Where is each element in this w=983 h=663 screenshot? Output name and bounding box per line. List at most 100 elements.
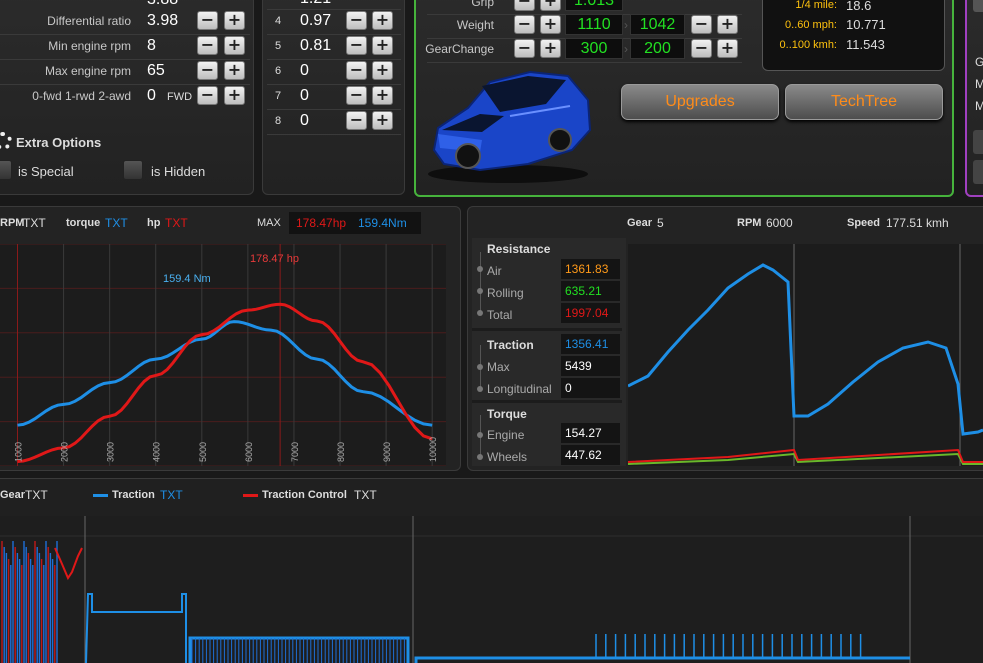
- dyno-torque-legend: torque: [66, 217, 101, 229]
- sim-gear-label: Gear: [627, 217, 653, 229]
- gearchange-minus-button[interactable]: −: [514, 39, 535, 58]
- gearchange-arrow-icon: ›: [624, 42, 628, 56]
- grip-label: Grip: [471, 0, 494, 9]
- dyno-x-tick-label: 2000: [60, 442, 70, 462]
- extra-options-title: Extra Options: [16, 135, 102, 150]
- dyno-rpm-legend: RPM: [0, 217, 25, 229]
- bottom-gear-legend-txt: TXT: [25, 488, 48, 502]
- diff-ratio-minus-button[interactable]: −: [197, 11, 218, 30]
- min-rpm-minus-button[interactable]: −: [197, 36, 218, 55]
- gearchange-label: GearChange: [425, 42, 494, 56]
- right-edge-button-3[interactable]: [973, 160, 983, 184]
- right-edge-label-1: G: [975, 55, 983, 69]
- right-edge-button-2[interactable]: [973, 130, 983, 154]
- gear-8-value: 0: [300, 112, 309, 129]
- grip-plus-button[interactable]: +: [540, 0, 561, 11]
- dyno-torque-peak-label: 159.4 Nm: [163, 273, 211, 285]
- sim-rpm-label: RPM: [737, 217, 762, 229]
- gear-6-plus-button[interactable]: +: [372, 61, 393, 80]
- weight-label: Weight: [456, 18, 494, 32]
- gearchange-target-minus-button[interactable]: −: [691, 39, 712, 58]
- weight-target-plus-button[interactable]: +: [717, 15, 738, 34]
- sim-chart: [628, 244, 983, 466]
- gear-7-minus-button[interactable]: −: [346, 86, 367, 105]
- longitudinal-label: Longitudinal: [487, 382, 552, 396]
- gear-7-plus-button[interactable]: +: [372, 86, 393, 105]
- grip-minus-button[interactable]: −: [514, 0, 535, 11]
- drive-tag: FWD: [167, 91, 193, 103]
- is-special-label: is Special: [18, 164, 74, 179]
- wheels-torque-value: 447.62: [561, 445, 620, 465]
- right-edge-button[interactable]: [973, 0, 983, 12]
- gear-5-plus-button[interactable]: +: [372, 36, 393, 55]
- dyno-x-tick-label: 4000: [152, 442, 162, 462]
- bottom-chart: [0, 516, 983, 663]
- gear-6-value: 0: [300, 62, 309, 79]
- dyno-max-hp: 178.47hp: [296, 216, 347, 230]
- engine-top-value: 3.88: [147, 0, 178, 9]
- weight-minus-button[interactable]: −: [514, 15, 535, 34]
- total-value: 1997.04: [561, 303, 620, 323]
- gear-8-label: 8: [275, 115, 282, 127]
- air-label: Air: [487, 264, 502, 278]
- engine-torque-value: 154.27: [561, 423, 620, 443]
- min-rpm-label: Min engine rpm: [48, 39, 131, 53]
- min-rpm-plus-button[interactable]: +: [224, 36, 245, 55]
- gear-5-minus-button[interactable]: −: [346, 36, 367, 55]
- drive-plus-button[interactable]: +: [224, 86, 245, 105]
- app-root: 3.88 Differential ratio 3.98 − + Min eng…: [0, 0, 983, 663]
- gear-4-value: 0.97: [300, 12, 332, 29]
- right-edge-label-3: M: [975, 99, 983, 113]
- quarter-mile-value: 18.6: [846, 0, 872, 13]
- drive-value: 0: [147, 87, 156, 104]
- is-hidden-checkbox[interactable]: [123, 160, 143, 180]
- gear-8-minus-button[interactable]: −: [346, 111, 367, 130]
- dyno-max-nm: 159.4Nm: [358, 216, 407, 230]
- weight-target-minus-button[interactable]: −: [691, 15, 712, 34]
- gear-7-value: 0: [300, 87, 309, 104]
- longitudinal-value: 0: [561, 378, 620, 398]
- is-special-checkbox[interactable]: [0, 160, 12, 180]
- max-rpm-minus-button[interactable]: −: [197, 61, 218, 80]
- max-label: Max: [487, 360, 510, 374]
- gear-6-label: 6: [275, 65, 282, 77]
- gearchange-plus-button[interactable]: +: [540, 39, 561, 58]
- gearchange-target-plus-button[interactable]: +: [717, 39, 738, 58]
- gear-4-minus-button[interactable]: −: [346, 11, 367, 30]
- dyno-x-tick-label: 1000: [14, 442, 24, 462]
- sim-speed-label: Speed: [847, 217, 881, 229]
- dyno-torque-legend-txt: TXT: [105, 216, 128, 230]
- dyno-x-tick-label: 10000: [428, 437, 438, 462]
- max-value: 5439: [561, 356, 620, 376]
- gear-6-minus-button[interactable]: −: [346, 61, 367, 80]
- bottom-traction-legend-txt: TXT: [160, 488, 183, 502]
- torque-title: Torque: [487, 407, 527, 421]
- dyno-hp-peak-label: 178.47 hp: [250, 253, 299, 265]
- bottom-traction-legend: Traction: [112, 489, 155, 501]
- air-value: 1361.83: [561, 259, 620, 279]
- techtree-button[interactable]: TechTree: [785, 84, 943, 120]
- zero-sixty-label: 0..60 mph:: [785, 19, 837, 31]
- gear-4-plus-button[interactable]: +: [372, 11, 393, 30]
- drive-label: 0-fwd 1-rwd 2-awd: [32, 89, 131, 103]
- upgrades-button[interactable]: Upgrades: [621, 84, 779, 120]
- gear-7-label: 7: [275, 90, 282, 102]
- drive-minus-button[interactable]: −: [197, 86, 218, 105]
- gear-8-plus-button[interactable]: +: [372, 111, 393, 130]
- bottom-tc-legend-txt: TXT: [354, 488, 377, 502]
- traction-legend-swatch: [93, 494, 108, 497]
- gear-top-value: 1.21: [300, 0, 331, 8]
- weight-plus-button[interactable]: +: [540, 15, 561, 34]
- gear-5-label: 5: [275, 40, 282, 52]
- zero-sixty-value: 10.771: [846, 17, 886, 32]
- total-label: Total: [487, 308, 513, 322]
- dyno-x-tick-label: 7000: [290, 442, 300, 462]
- max-rpm-plus-button[interactable]: +: [224, 61, 245, 80]
- traction-title: Traction: [487, 338, 534, 352]
- diff-ratio-plus-button[interactable]: +: [224, 11, 245, 30]
- tc-legend-swatch: [243, 494, 258, 497]
- min-rpm-value: 8: [147, 37, 156, 54]
- bottom-gear-legend: Gear: [0, 489, 26, 501]
- gear-4-label: 4: [275, 15, 282, 27]
- traction-value: 1356.41: [561, 334, 620, 354]
